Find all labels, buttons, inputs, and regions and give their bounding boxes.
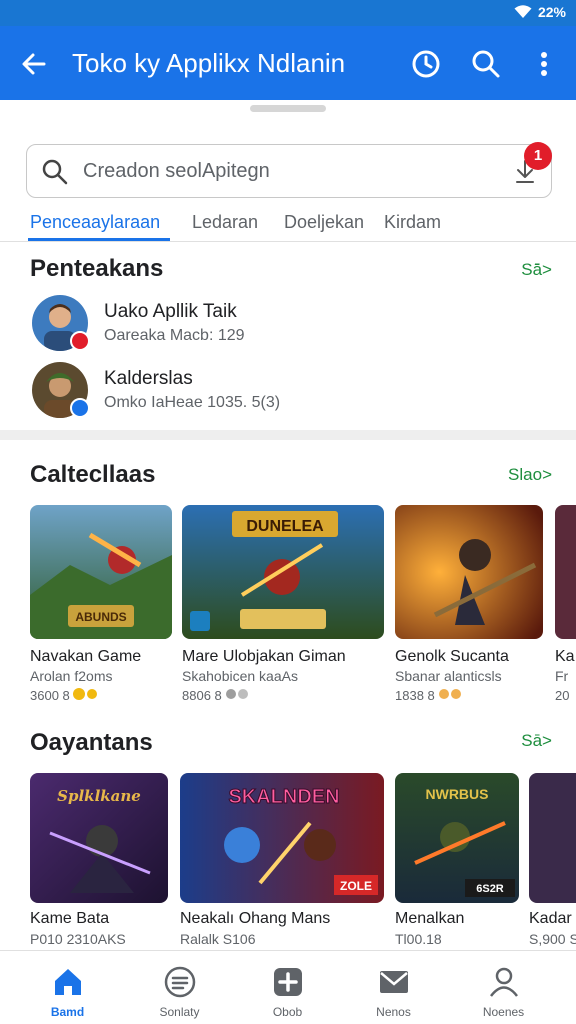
downloads-see-all-link[interactable]: Sā̄> bbox=[521, 260, 552, 280]
game-thumbnail bbox=[555, 505, 576, 639]
wifi-icon bbox=[514, 5, 532, 18]
nav-label: Noenes bbox=[482, 1005, 525, 1019]
search-icon[interactable] bbox=[470, 48, 502, 80]
game-card[interactable]: ABUNDS Navakan Game Arolan f2oms 3600 8 bbox=[30, 505, 172, 705]
game-card[interactable]: Kadar S,900 S bbox=[529, 773, 576, 949]
svg-text:Splklkane: Splklkane bbox=[57, 787, 141, 805]
game-title: Menalkan bbox=[395, 910, 465, 927]
svg-text:NWRBUS: NWRBUS bbox=[426, 786, 489, 802]
nav-label: Obob bbox=[272, 1005, 303, 1019]
nav-item-profile[interactable]: Noenes bbox=[446, 951, 561, 1024]
svg-text:ABUNDS: ABUNDS bbox=[75, 610, 126, 624]
download-item-subtitle: Omko IaHeae 1035. 5(3) bbox=[104, 394, 281, 411]
game-thumbnail: DUNELEA bbox=[182, 505, 384, 639]
tab-penceaaylaraan[interactable]: Penceaaylaraan bbox=[30, 212, 160, 233]
game-title: Kadar bbox=[529, 910, 572, 927]
game-subtitle: Arolan f2oms bbox=[30, 668, 113, 684]
game-title: Navakan Game bbox=[30, 648, 142, 665]
downloads-section-title: Penteakans bbox=[30, 255, 164, 282]
game-meta: 3600 8 bbox=[30, 688, 101, 703]
download-item-subtitle: Oareaka Macb: 129 bbox=[104, 327, 245, 344]
game-card[interactable]: Ka Fr 20 bbox=[555, 505, 576, 705]
search-icon bbox=[42, 159, 68, 185]
game-subtitle: Tl00.18 bbox=[395, 931, 442, 947]
coin-icon bbox=[226, 689, 249, 699]
history-icon[interactable] bbox=[410, 48, 442, 80]
popular-section-title: Oayantans bbox=[30, 729, 153, 756]
game-thumbnail: Splklkane bbox=[30, 773, 168, 903]
nav-item-add[interactable]: Obob bbox=[230, 951, 345, 1024]
search-box[interactable]: Creadon seolApitegn bbox=[26, 144, 552, 198]
nav-item-home[interactable]: Bamd bbox=[10, 951, 125, 1024]
svg-text:ZOLE: ZOLE bbox=[340, 879, 372, 893]
game-subtitle: S,900 S bbox=[529, 931, 576, 947]
game-thumbnail bbox=[529, 773, 576, 903]
list-icon bbox=[164, 966, 196, 998]
nav-item-list[interactable]: Sonlaty bbox=[122, 951, 237, 1024]
profile-icon bbox=[490, 967, 518, 997]
download-list-item[interactable]: Uako Apllik Taik Oareaka Macb: 129 bbox=[30, 295, 550, 355]
game-thumbnail: ABUNDS bbox=[30, 505, 172, 639]
status-time: 22% bbox=[537, 4, 566, 20]
coin-icon bbox=[439, 689, 462, 699]
categories-section-title: Caltecllaas bbox=[30, 461, 156, 488]
tab-doeljekan[interactable]: Doeljekan bbox=[284, 212, 364, 233]
game-thumbnail: SKALNDEN ZOLE bbox=[180, 773, 384, 903]
popular-see-all-link[interactable]: Sā> bbox=[521, 731, 552, 751]
tab-bar: Penceaaylaraan Ledaran Doeljekan Kirdam bbox=[0, 206, 576, 242]
status-dot-icon bbox=[70, 398, 90, 418]
nav-label: Bamd bbox=[50, 1005, 85, 1019]
back-arrow-icon[interactable] bbox=[18, 48, 50, 80]
game-title: Kame Bata bbox=[30, 910, 110, 927]
drag-handle[interactable] bbox=[250, 105, 326, 112]
game-card[interactable]: DUNELEA Mare Ulobjakan Giman Skahobicen … bbox=[182, 505, 384, 705]
coin-icon bbox=[73, 688, 98, 700]
game-subtitle: Ralalk S106 bbox=[180, 931, 256, 947]
game-thumbnail: NWRBUS 6S2R bbox=[395, 773, 519, 903]
notification-badge: 1 bbox=[524, 142, 552, 170]
app-bar: Toko ky Applikx Ndlanin bbox=[0, 26, 576, 100]
tab-ledaran[interactable]: Ledaran bbox=[192, 212, 258, 233]
svg-text:6S2R: 6S2R bbox=[476, 883, 504, 895]
categories-see-all-link[interactable]: Slao> bbox=[508, 465, 552, 485]
bottom-navigation: Bamd Sonlaty Obob Nenos Noenes bbox=[0, 950, 576, 1024]
svg-text:SKALNDEN: SKALNDEN bbox=[228, 786, 339, 808]
status-bar: 22% bbox=[0, 0, 576, 26]
tab-kirdam[interactable]: Kirdam bbox=[384, 212, 441, 233]
game-title: Mare Ulobjakan Giman bbox=[182, 648, 346, 665]
game-subtitle: Sbanar alanticsls bbox=[395, 668, 502, 684]
game-title: Ka bbox=[555, 648, 575, 665]
page-title: Toko ky Applikx Ndlanin bbox=[72, 48, 346, 78]
download-list-item[interactable]: Kalderslas Omko IaHeae 1035. 5(3) bbox=[30, 362, 550, 422]
svg-text:DUNELEA: DUNELEA bbox=[246, 518, 324, 535]
game-card[interactable]: NWRBUS 6S2R Menalkan Tl00.18 bbox=[395, 773, 519, 949]
game-subtitle: Fr bbox=[555, 668, 569, 684]
game-card[interactable]: SKALNDEN ZOLE Neakalı Ohang Mans Ralalk … bbox=[180, 773, 384, 949]
active-tab-indicator bbox=[28, 238, 170, 241]
game-subtitle: Skahobicen kaaAs bbox=[182, 668, 298, 684]
mail-icon bbox=[380, 971, 408, 993]
add-box-icon bbox=[274, 968, 302, 996]
home-icon bbox=[55, 969, 81, 995]
download-item-title: Kalderslas bbox=[104, 368, 193, 389]
game-card[interactable]: Genolk Sucanta Sbanar alanticsls 1838 8 bbox=[395, 505, 543, 705]
game-title: Neakalı Ohang Mans bbox=[180, 910, 331, 927]
status-dot-icon bbox=[70, 331, 90, 351]
game-title: Genolk Sucanta bbox=[395, 648, 509, 665]
nav-label: Sonlaty bbox=[159, 1005, 200, 1019]
game-thumbnail bbox=[395, 505, 543, 639]
section-divider bbox=[0, 430, 576, 440]
game-meta: 1838 8 bbox=[395, 688, 466, 703]
game-meta: 20 bbox=[555, 688, 570, 703]
download-item-title: Uako Apllik Taik bbox=[104, 301, 237, 322]
game-card[interactable]: Splklkane Kame Bata P010 2310AKS bbox=[30, 773, 168, 949]
game-meta: 8806 8 bbox=[182, 688, 253, 703]
nav-item-mail[interactable]: Nenos bbox=[336, 951, 451, 1024]
game-subtitle: P010 2310AKS bbox=[30, 931, 126, 947]
more-vert-icon[interactable] bbox=[528, 48, 560, 80]
nav-label: Nenos bbox=[376, 1005, 411, 1019]
search-input[interactable]: Creadon seolApitegn bbox=[83, 160, 270, 183]
